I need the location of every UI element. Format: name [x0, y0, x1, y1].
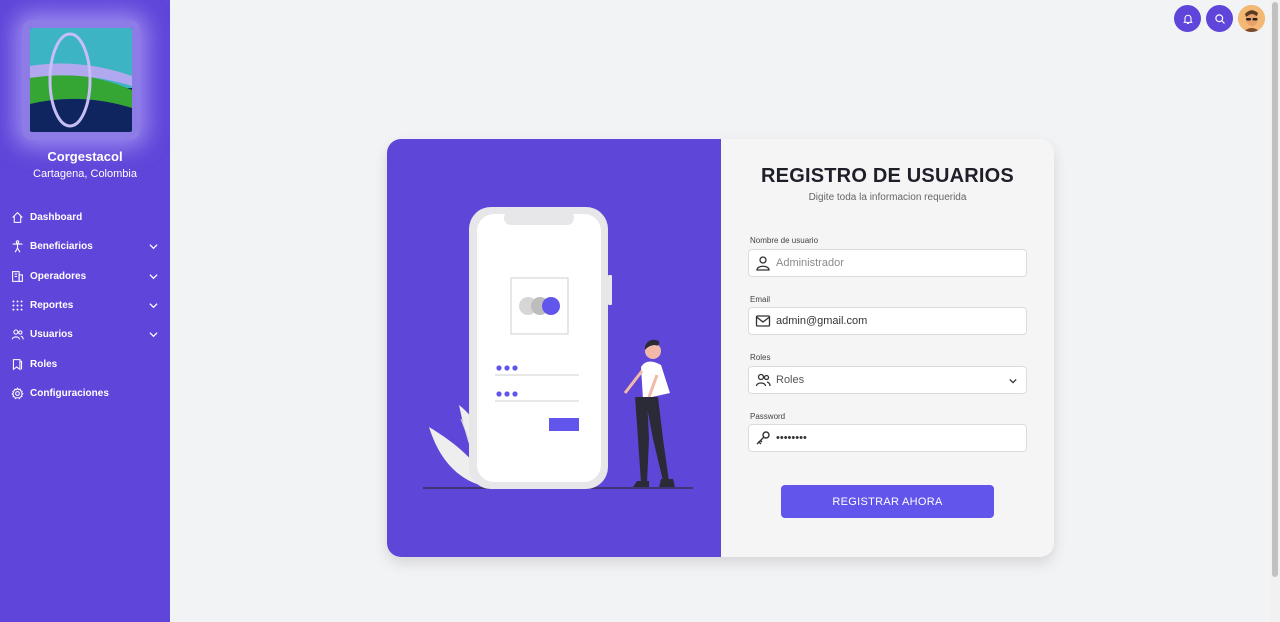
sidebar-item-operadores[interactable]: Operadores [0, 262, 170, 291]
sidebar-item-reportes[interactable]: Reportes [0, 291, 170, 320]
page-scrollbar[interactable] [1270, 0, 1280, 622]
signup-illustration [423, 207, 693, 489]
sidebar-item-label: Reportes [30, 300, 74, 312]
avatar[interactable] [1238, 5, 1265, 32]
email-input[interactable] [776, 315, 1006, 327]
roles-select[interactable]: Roles [748, 366, 1027, 394]
search-icon [1214, 13, 1225, 24]
sidebar-item-label: Usuarios [30, 329, 73, 341]
sidebar-item-configuraciones[interactable]: Configuraciones [0, 379, 170, 408]
sidebar-item-beneficiarios[interactable]: Beneficiarios [0, 232, 170, 261]
search-button[interactable] [1206, 5, 1233, 32]
brand-logo[interactable] [30, 28, 132, 132]
email-label: Email [750, 295, 771, 304]
illustration-panel [387, 139, 721, 557]
password-input[interactable] [776, 432, 1006, 444]
sidebar-item-label: Beneficiarios [30, 241, 93, 253]
password-label: Password [750, 412, 786, 421]
email-field[interactable] [748, 307, 1027, 335]
person-icon [12, 240, 23, 253]
grid-dots-icon [12, 300, 23, 311]
logo-frame [22, 20, 140, 140]
roles-selected-value: Roles [776, 374, 805, 386]
user-icon [756, 256, 770, 271]
chevron-down-icon [149, 303, 158, 309]
envelope-icon [755, 315, 771, 327]
notifications-button[interactable] [1174, 5, 1201, 32]
key-icon [756, 431, 770, 445]
form-subtitle: Digite toda la informacion requerida [808, 192, 967, 203]
sidebar-item-label: Configuraciones [30, 387, 109, 399]
username-label: Nombre de usuario [750, 236, 819, 245]
form-panel: REGISTRO DE USUARIOS Digite toda la info… [721, 139, 1054, 557]
brand-location: Cartagena, Colombia [33, 168, 137, 180]
users-icon [11, 329, 24, 340]
sidebar-item-dashboard[interactable]: Dashboard [0, 203, 170, 232]
form-title: REGISTRO DE USUARIOS [761, 165, 1014, 187]
sidebar-item-label: Operadores [30, 270, 87, 282]
chevron-down-icon [149, 332, 158, 338]
chevron-down-icon [149, 244, 158, 250]
bell-icon [1182, 14, 1193, 24]
sidebar: Corgestacol Cartagena, Colombia Dashboar… [0, 0, 170, 622]
registration-card: REGISTRO DE USUARIOS Digite toda la info… [387, 139, 1054, 557]
sidebar-item-label: Dashboard [30, 212, 83, 224]
sidebar-item-roles[interactable]: Roles [0, 349, 170, 378]
sidebar-nav: Dashboard Beneficiarios Operadores Repor… [0, 203, 170, 408]
password-field[interactable] [748, 424, 1027, 452]
brand-name: Corgestacol [47, 149, 123, 164]
sidebar-item-label: Roles [30, 358, 58, 370]
chevron-down-icon [149, 273, 158, 279]
building-icon [12, 270, 23, 282]
username-input[interactable] [776, 257, 1006, 269]
sidebar-item-usuarios[interactable]: Usuarios [0, 320, 170, 349]
bookmark-icon [12, 358, 23, 371]
chevron-down-icon [1009, 378, 1017, 384]
gear-icon [11, 387, 24, 400]
register-button[interactable]: REGISTRAR AHORA [781, 485, 994, 518]
users-icon [755, 373, 771, 387]
roles-label: Roles [750, 353, 771, 362]
scrollbar-thumb[interactable] [1272, 2, 1278, 577]
home-icon [12, 212, 23, 224]
username-field[interactable] [748, 249, 1027, 277]
